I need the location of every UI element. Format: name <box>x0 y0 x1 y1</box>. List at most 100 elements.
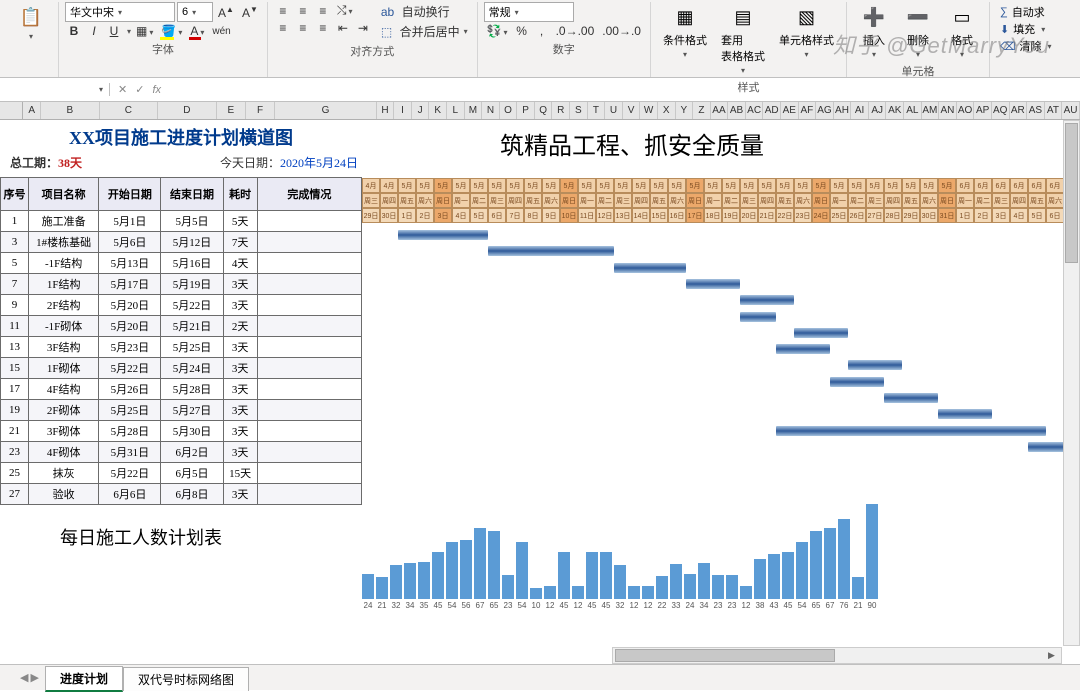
column-header[interactable]: F <box>246 102 275 119</box>
column-header[interactable]: AI <box>851 102 869 119</box>
column-header[interactable]: AC <box>746 102 764 119</box>
paste-button[interactable]: 📋 ▾ <box>10 2 52 43</box>
orientation-button[interactable]: ⤭▾ <box>334 2 356 19</box>
increase-decimal-icon[interactable]: .0→.00 <box>553 23 598 39</box>
column-header[interactable]: AO <box>957 102 975 119</box>
merge-center-button[interactable]: ⬚ 合并后居中▾ <box>378 22 471 41</box>
column-header[interactable]: AH <box>834 102 852 119</box>
percent-button[interactable]: % <box>513 23 531 39</box>
table-style-button[interactable]: ▤ 套用 表格格式▾ <box>715 2 771 77</box>
decrease-font-icon[interactable]: A▼ <box>239 4 261 21</box>
table-row[interactable]: 92F结构5月20日5月22日3天 <box>1 295 362 316</box>
tab-nav-first-icon[interactable]: ◀ <box>20 671 28 684</box>
column-header[interactable]: Q <box>535 102 553 119</box>
column-header[interactable]: B <box>41 102 100 119</box>
table-row[interactable]: 27验收6月6日6月8日3天 <box>1 484 362 505</box>
table-row[interactable]: 174F结构5月26日5月28日3天 <box>1 379 362 400</box>
cancel-formula-icon[interactable]: ✕ <box>118 83 127 96</box>
column-header[interactable]: AM <box>922 102 940 119</box>
column-header[interactable]: AG <box>816 102 834 119</box>
column-header[interactable]: V <box>623 102 641 119</box>
column-header[interactable]: AR <box>1010 102 1028 119</box>
column-header[interactable]: C <box>100 102 159 119</box>
column-header[interactable]: Y <box>676 102 694 119</box>
name-box[interactable]: ▾ <box>0 83 110 96</box>
wrap-text-button[interactable]: ab 自动换行 <box>378 2 471 21</box>
decrease-indent-icon[interactable]: ⇤ <box>334 20 352 36</box>
bold-button[interactable]: B <box>65 23 83 39</box>
column-header[interactable]: AD <box>763 102 781 119</box>
column-header[interactable]: G <box>275 102 376 119</box>
select-all-corner[interactable] <box>0 102 23 119</box>
column-header[interactable]: AK <box>886 102 904 119</box>
column-header[interactable]: AJ <box>869 102 887 119</box>
column-header[interactable]: AB <box>728 102 746 119</box>
table-row[interactable]: 5-1F结构5月13日5月16日4天 <box>1 253 362 274</box>
column-header[interactable]: H <box>377 102 395 119</box>
font-color-button[interactable]: A▾ <box>187 23 207 39</box>
column-header[interactable]: U <box>605 102 623 119</box>
table-row[interactable]: 133F结构5月23日5月25日3天 <box>1 337 362 358</box>
column-header[interactable]: S <box>570 102 588 119</box>
column-header[interactable]: E <box>217 102 246 119</box>
vertical-scrollbar[interactable] <box>1063 120 1080 646</box>
column-header[interactable]: AE <box>781 102 799 119</box>
column-header[interactable]: AP <box>974 102 992 119</box>
horizontal-scrollbar[interactable]: ◀ ▶ <box>612 647 1062 664</box>
sheet-tab-active[interactable]: 进度计划 <box>45 666 123 692</box>
underline-button[interactable]: U <box>105 23 123 39</box>
column-header[interactable]: O <box>500 102 518 119</box>
comma-button[interactable]: , <box>533 23 551 39</box>
align-bottom-icon[interactable]: ≡ <box>314 3 332 19</box>
column-header[interactable]: J <box>412 102 430 119</box>
autosum-button[interactable]: ∑自动求 <box>996 4 1056 20</box>
italic-button[interactable]: I <box>85 23 103 39</box>
conditional-format-button[interactable]: ▦ 条件格式▾ <box>657 2 713 61</box>
number-format-select[interactable]: 常规▾ <box>484 2 574 22</box>
schedule-table[interactable]: 序号项目名称开始日期结束日期耗时完成情况 1施工准备5月1日5月5日5天31#楼… <box>0 177 362 505</box>
fx-icon[interactable]: fx <box>152 84 161 96</box>
phonetic-guide-button[interactable]: wén <box>209 25 233 38</box>
fill-color-button[interactable]: 🪣▾ <box>158 23 185 39</box>
sheet-tab-other[interactable]: 双代号时标网络图 <box>123 667 249 691</box>
table-row[interactable]: 31#楼栋基础5月6日5月12日7天 <box>1 232 362 253</box>
table-row[interactable]: 151F砌体5月22日5月24日3天 <box>1 358 362 379</box>
column-header[interactable]: T <box>588 102 606 119</box>
table-row[interactable]: 192F砌体5月25日5月27日3天 <box>1 400 362 421</box>
align-left-icon[interactable]: ≡ <box>274 20 292 36</box>
column-header[interactable]: AN <box>939 102 957 119</box>
table-row[interactable]: 25抹灰5月22日6月5日15天 <box>1 463 362 484</box>
cell-style-button[interactable]: ▧ 单元格样式▾ <box>773 2 840 61</box>
column-header[interactable]: AQ <box>992 102 1010 119</box>
table-row[interactable]: 71F结构5月17日5月19日3天 <box>1 274 362 295</box>
enter-formula-icon[interactable]: ✓ <box>135 83 144 96</box>
column-header[interactable]: M <box>465 102 483 119</box>
increase-font-icon[interactable]: A▲ <box>215 4 237 21</box>
decrease-decimal-icon[interactable]: .00→.0 <box>599 23 644 39</box>
align-right-icon[interactable]: ≡ <box>314 20 332 36</box>
align-middle-icon[interactable]: ≡ <box>294 3 312 19</box>
column-header[interactable]: K <box>429 102 447 119</box>
column-header[interactable]: AA <box>711 102 729 119</box>
column-header[interactable]: AU <box>1062 102 1080 119</box>
table-row[interactable]: 234F砌体5月31日6月2日3天 <box>1 442 362 463</box>
currency-button[interactable]: 💱▾ <box>484 23 511 39</box>
border-button[interactable]: ▦▾ <box>133 23 156 39</box>
tab-nav-last-icon[interactable]: ▶ <box>30 671 38 684</box>
column-header[interactable]: W <box>640 102 658 119</box>
column-header[interactable]: L <box>447 102 465 119</box>
column-header[interactable]: AS <box>1027 102 1045 119</box>
font-size-select[interactable]: 6▾ <box>177 2 213 22</box>
table-row[interactable]: 213F砌体5月28日5月30日3天 <box>1 421 362 442</box>
column-header[interactable]: I <box>394 102 412 119</box>
align-top-icon[interactable]: ≡ <box>274 3 292 19</box>
column-header[interactable]: X <box>658 102 676 119</box>
table-row[interactable]: 1施工准备5月1日5月5日5天 <box>1 211 362 232</box>
column-header[interactable]: D <box>158 102 217 119</box>
column-header[interactable]: P <box>517 102 535 119</box>
column-header[interactable]: R <box>552 102 570 119</box>
column-header[interactable]: Z <box>693 102 711 119</box>
column-header[interactable]: AF <box>799 102 817 119</box>
column-header[interactable]: N <box>482 102 500 119</box>
font-name-select[interactable]: 华文中宋▾ <box>65 2 175 22</box>
